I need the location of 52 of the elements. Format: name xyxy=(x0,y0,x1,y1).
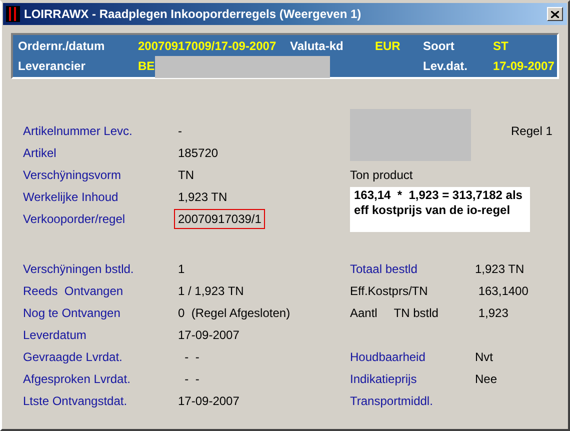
field-value: TN xyxy=(178,168,195,182)
field-value: 1 / 1,923 TN xyxy=(178,284,245,298)
field-label: Werkelijke Inhoud xyxy=(23,190,120,204)
field-label: Valuta-kd xyxy=(290,39,344,53)
field-value: Nee xyxy=(475,372,498,386)
close-icon xyxy=(551,10,559,18)
field-value: 1,923 TN xyxy=(178,190,228,204)
field-value: - xyxy=(178,124,183,138)
field-label: Leverancier xyxy=(18,59,86,73)
field-value: 163,1400 xyxy=(477,284,530,298)
field-value: 1 xyxy=(178,262,186,276)
highlighted-value: 20070917039/1 xyxy=(174,209,266,229)
unit-description: Ton product xyxy=(350,168,414,182)
field-label: Ltste Ontvangstdat. xyxy=(23,394,128,408)
field-value: - - xyxy=(184,350,200,364)
field-label: Eff.Kostprs/TN xyxy=(350,284,429,298)
field-label: Totaal bestld xyxy=(350,262,418,276)
app-icon xyxy=(6,6,20,22)
field-value: 1,923 TN xyxy=(475,262,526,276)
field-label: Transportmiddl. xyxy=(350,394,434,408)
field-value: Nvt xyxy=(475,350,494,364)
field-label: Afgesproken Lvrdat. xyxy=(23,372,132,386)
field-value: 185720 xyxy=(178,146,220,160)
field-label: Verschÿningen bstld. xyxy=(23,262,135,276)
field-value: 0 (Regel Afgesloten) xyxy=(178,306,292,320)
field-value: BE xyxy=(138,59,155,73)
field-value: 17-09-2007 xyxy=(178,394,240,408)
note-text: 163,14 * 1,923 = 313,7182 als eff kostprijs van de io-regel xyxy=(350,187,530,232)
field-value: ST xyxy=(493,39,510,53)
field-label: Reeds Ontvangen xyxy=(23,284,124,298)
field-label: Indikatieprijs xyxy=(350,372,418,386)
field-value: 20070917009/17-09-2007 xyxy=(138,39,278,53)
field-label: Leverdatum xyxy=(23,328,88,342)
window-title: LOIRRAWX - Raadplegen Inkooporderregels (Weergeven 1) xyxy=(24,7,362,21)
field-label: Verschÿningsvorm xyxy=(23,168,122,182)
field-label: Lev.dat. xyxy=(423,59,468,73)
field-label: Houdbaarheid xyxy=(350,350,426,364)
field-label: Artikelnummer Levc. xyxy=(23,124,134,138)
field-value: 1,923 xyxy=(477,306,510,320)
field-value: EUR xyxy=(375,39,402,53)
field-label: Nog te Ontvangen xyxy=(23,306,122,320)
field-value: 17-09-2007 xyxy=(493,59,556,73)
field-label: Soort xyxy=(423,39,456,53)
field-value: 17-09-2007 xyxy=(178,328,240,342)
close-button[interactable] xyxy=(547,7,563,21)
line-label: Regel 1 xyxy=(511,124,554,138)
field-label: Ordernr./datum xyxy=(18,39,106,53)
field-label: Verkooporder/regel xyxy=(23,212,126,226)
field-label: Gevraagde Lvrdat. xyxy=(23,350,124,364)
field-label: Artikel xyxy=(23,146,58,160)
field-value: - - xyxy=(184,372,200,386)
field-label: Aantl TN bstld xyxy=(350,306,440,320)
